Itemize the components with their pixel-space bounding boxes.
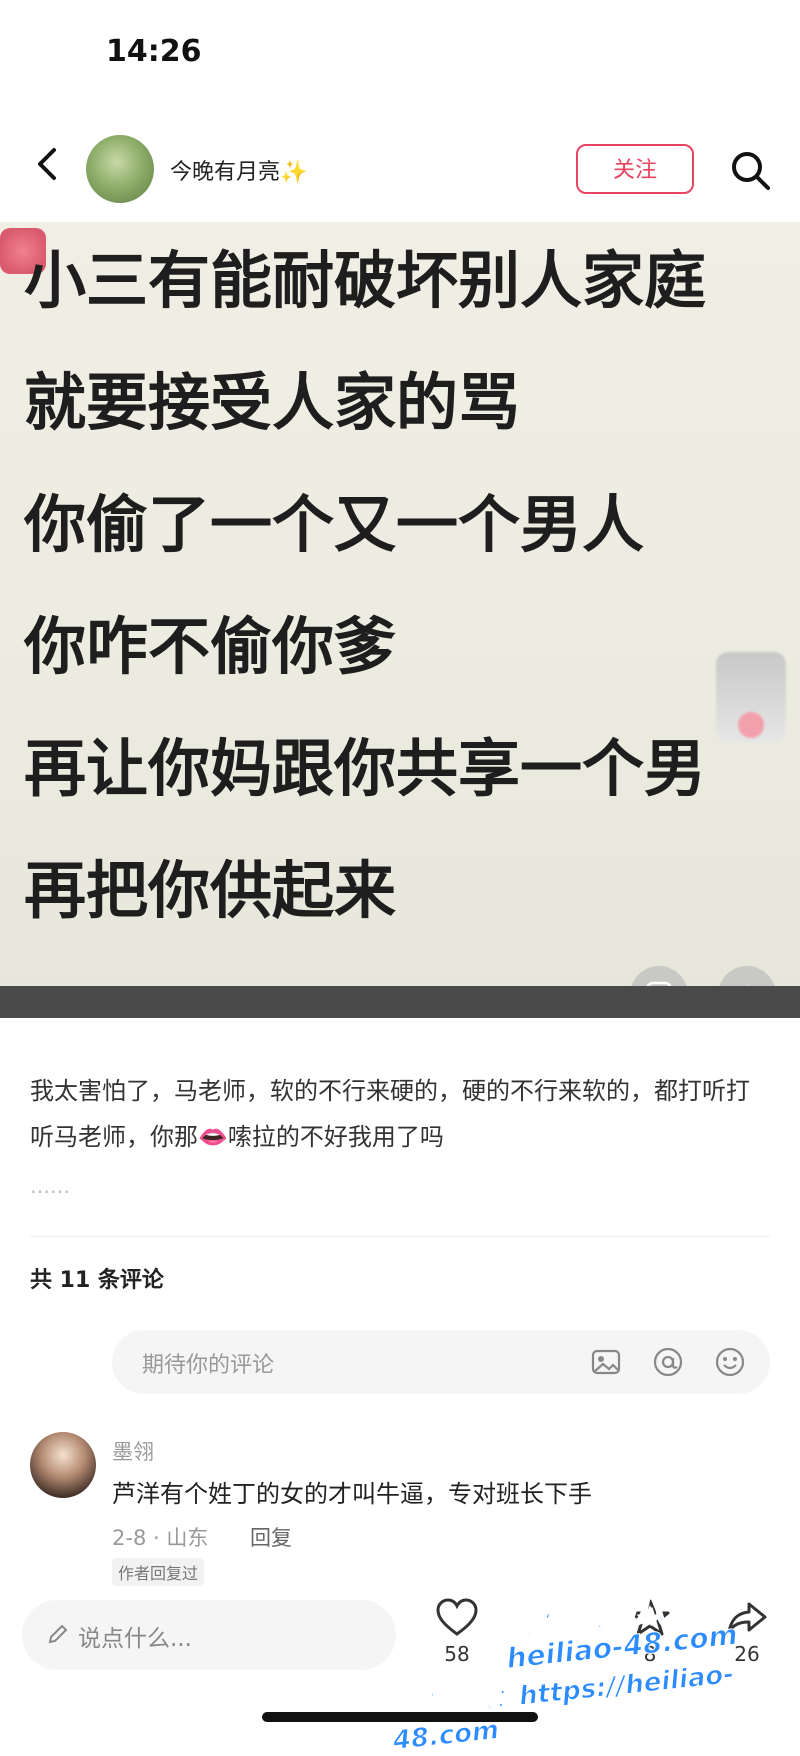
media-line: 你咋不偷你爹 — [24, 610, 397, 683]
bottom-comment-input[interactable]: 说点什么... — [22, 1600, 396, 1670]
media-line: 小三有能耐破坏别人家庭 — [24, 244, 707, 317]
post-media[interactable]: 小三有能耐破坏别人家庭 就要接受人家的骂 你偷了一个又一个男人 你咋不偷你爹 再… — [0, 222, 800, 1018]
media-line: 你偷了一个又一个男人 — [24, 488, 645, 561]
media-line: 再把你供起来 — [24, 854, 397, 927]
author-avatar[interactable] — [86, 135, 154, 203]
media-progress-strip — [0, 986, 800, 1018]
comment-composer[interactable]: 期待你的评论 — [112, 1330, 770, 1394]
comment-count: 共 11 条评论 — [30, 1268, 164, 1293]
like-count: 58 — [444, 1642, 470, 1666]
comment-username[interactable]: 墨翎 — [112, 1436, 154, 1466]
post-caption: 我太害怕了，马老师，软的不行来硬的，硬的不行来软的，都打听打听马老师，你那👄嗦拉… — [30, 1077, 750, 1151]
blurred-sticker — [716, 652, 786, 742]
follow-button[interactable]: 关注 — [576, 144, 694, 194]
pencil-icon — [46, 1622, 70, 1646]
back-arrow-icon[interactable] — [26, 142, 70, 186]
media-line: 再让你妈跟你共享一个男 — [24, 732, 707, 805]
comment-avatar[interactable] — [30, 1432, 96, 1498]
image-icon[interactable] — [590, 1346, 622, 1378]
mention-icon[interactable] — [652, 1346, 684, 1378]
author-replied-badge: 作者回复过 — [112, 1558, 205, 1586]
comment-meta: 2-8 · 山东 — [112, 1526, 209, 1550]
media-line: 就要接受人家的骂 — [24, 366, 521, 439]
comment-text: 芦洋有个姓丁的女的才叫牛逼，专对班长下手 — [112, 1480, 592, 1508]
top-bar: 今晚有月亮✨ 关注 — [0, 130, 800, 210]
status-time: 14:26 — [106, 34, 202, 69]
comment-reply-button[interactable]: 回复 — [250, 1522, 292, 1552]
emoji-icon[interactable] — [714, 1346, 746, 1378]
home-indicator — [262, 1712, 538, 1722]
caption-ellipsis[interactable]: …… — [30, 1174, 70, 1198]
divider — [30, 1236, 770, 1237]
search-icon[interactable] — [728, 148, 772, 192]
author-name[interactable]: 今晚有月亮✨ — [170, 154, 307, 186]
bottom-input-placeholder: 说点什么... — [78, 1626, 192, 1652]
heart-icon — [436, 1598, 478, 1636]
comment-input-placeholder[interactable]: 期待你的评论 — [142, 1347, 274, 1379]
like-button[interactable]: 58 — [422, 1598, 492, 1666]
